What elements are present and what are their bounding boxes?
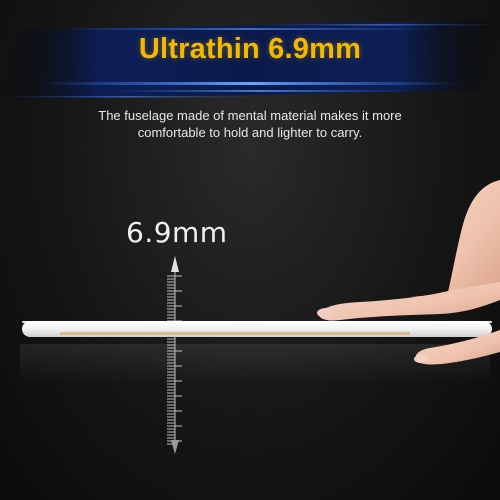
floor-reflection <box>20 344 490 384</box>
product-illustration <box>20 180 500 454</box>
device-edge <box>22 321 492 337</box>
